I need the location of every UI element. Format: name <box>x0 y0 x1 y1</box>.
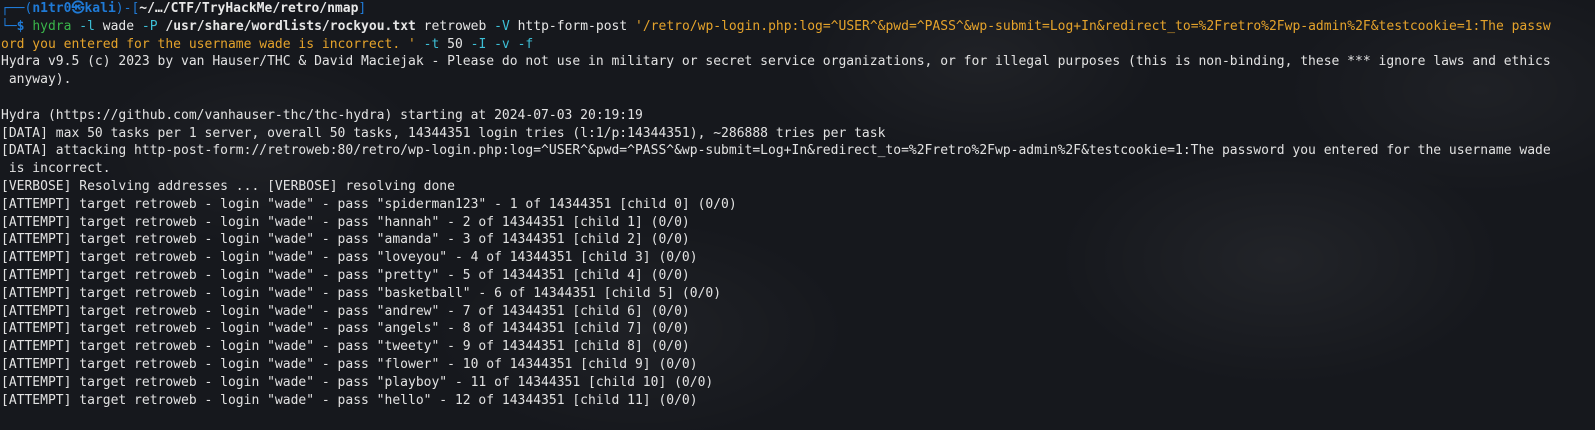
attempt-line: [ATTEMPT] target retroweb - login "wade"… <box>1 374 714 390</box>
prompt-user: n1tr0 <box>32 1 72 16</box>
prompt-path-close: ] <box>358 1 367 16</box>
command-flag-l: -l <box>79 18 95 34</box>
prompt-path: ~/…/CTF/TryHackMe/retro/nmap <box>139 1 359 16</box>
prompt-close-paren: ) <box>115 1 124 16</box>
output-line: anyway). <box>1 72 72 88</box>
prompt-box-bottom: └─ <box>1 18 17 34</box>
command-wordlist: /usr/share/wordlists/rockyou.txt <box>165 18 416 34</box>
output-line: [VERBOSE] Resolving addresses ... [VERBO… <box>1 178 455 194</box>
prompt-host: kali <box>84 1 116 16</box>
command-form-string: '/retro/wp-login.php:log=^USER^&pwd=^PAS… <box>635 18 1551 34</box>
command-module: http-form-post <box>517 18 628 34</box>
prompt-box-top: ┌── <box>1 1 25 16</box>
output-line: Hydra (https://github.com/vanhauser-thc/… <box>1 107 643 123</box>
attempt-line: [ATTEMPT] target retroweb - login "wade"… <box>1 196 737 212</box>
attempt-line: [ATTEMPT] target retroweb - login "wade"… <box>1 303 690 319</box>
command-user: wade <box>102 18 135 34</box>
attempt-line: [ATTEMPT] target retroweb - login "wade"… <box>1 321 690 337</box>
command-flag-f: -f <box>517 36 534 52</box>
terminal-window[interactable]: ┌──(n1tr0㉿kali)-[~/…/CTF/TryHackMe/retro… <box>0 0 1595 430</box>
attempt-line: [ATTEMPT] target retroweb - login "wade"… <box>1 250 698 266</box>
attempt-line: [ATTEMPT] target retroweb - login "wade"… <box>1 285 722 301</box>
output-line: [DATA] max 50 tasks per 1 server, overal… <box>1 125 886 141</box>
attempt-line: [ATTEMPT] target retroweb - login "wade"… <box>1 392 698 408</box>
attempt-line: [ATTEMPT] target retroweb - login "wade"… <box>1 267 690 283</box>
output-line: is incorrect. <box>1 161 111 177</box>
attempt-line: [ATTEMPT] target retroweb - login "wade"… <box>1 339 690 355</box>
command-line-2[interactable]: ord you entered for the username wade is… <box>1 36 1593 54</box>
prompt-dollar: $ <box>16 18 25 34</box>
command-flag-t: -t <box>423 36 440 52</box>
command-line-1[interactable]: └─$ hydra -l wade -P /usr/share/wordlist… <box>1 18 1593 36</box>
command-flag-P: -P <box>141 18 158 34</box>
command-target: retroweb <box>423 18 487 34</box>
command-flag-V: -V <box>494 18 510 34</box>
prompt-at-icon: ㉿ <box>71 1 85 16</box>
attempt-line: [ATTEMPT] target retroweb - login "wade"… <box>1 214 690 230</box>
prompt-line: ┌──(n1tr0㉿kali)-[~/…/CTF/TryHackMe/retro… <box>1 0 1593 18</box>
command-program: hydra <box>32 18 72 34</box>
attempt-line: [ATTEMPT] target retroweb - login "wade"… <box>1 356 698 372</box>
command-flag-v: -v <box>494 36 510 52</box>
output-line: [DATA] attacking http-post-form://retrow… <box>1 143 1551 159</box>
command-form-string-cont: ord you entered for the username wade is… <box>1 36 416 52</box>
command-flag-I: -I <box>470 36 487 52</box>
command-threads: 50 <box>447 36 463 52</box>
attempt-line: [ATTEMPT] target retroweb - login "wade"… <box>1 232 690 248</box>
output-line: Hydra v9.5 (c) 2023 by van Hauser/THC & … <box>1 54 1551 70</box>
